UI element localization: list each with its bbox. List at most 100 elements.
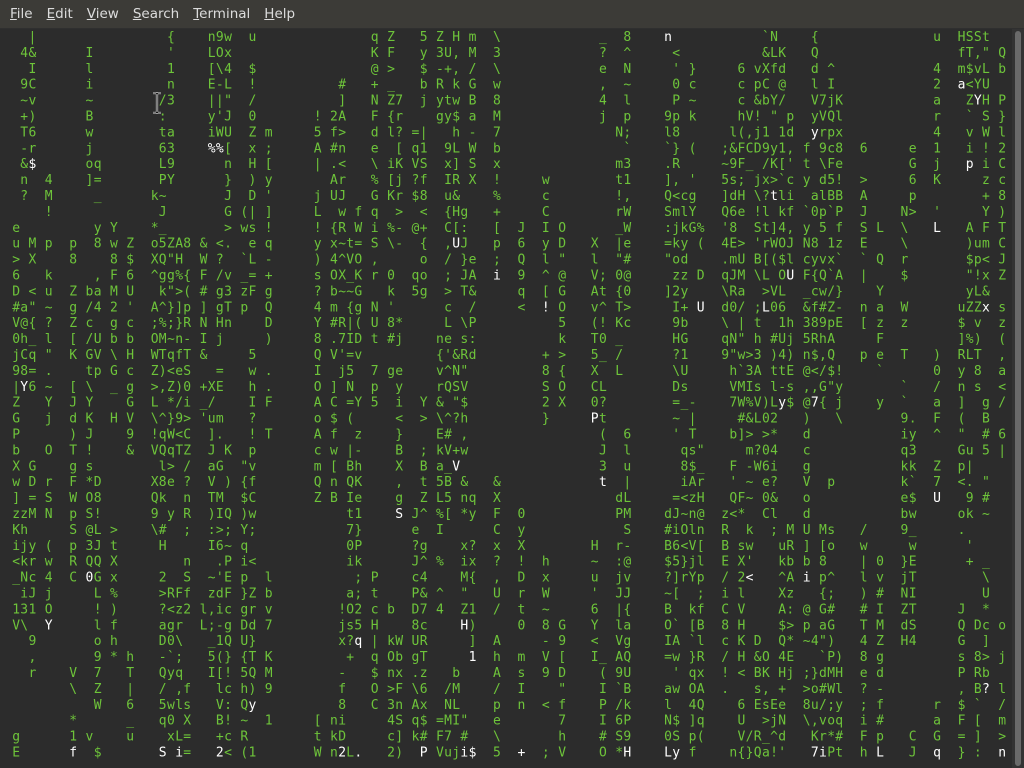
svg-text:v: v — [354, 348, 362, 363]
svg-text:]: ] — [330, 380, 338, 395]
svg-text:T: T — [974, 348, 982, 363]
svg-text:-: - — [623, 539, 631, 554]
svg-text:9: 9 — [721, 348, 729, 363]
svg-text:P: P — [615, 507, 623, 522]
svg-text:{: { — [240, 650, 248, 665]
svg-text:): ) — [208, 507, 216, 522]
menu-view[interactable]: View — [81, 0, 125, 28]
svg-text:_: _ — [599, 650, 607, 665]
svg-text:A: A — [493, 634, 501, 649]
svg-text:N: N — [444, 698, 452, 713]
svg-text:^: ^ — [420, 507, 428, 522]
menu-terminal[interactable]: Terminal — [187, 0, 256, 28]
svg-text:k: k — [159, 284, 167, 299]
svg-text:X: X — [591, 237, 599, 252]
svg-text:l: l — [200, 602, 208, 617]
svg-text:2: 2 — [542, 396, 550, 411]
svg-text:#: # — [599, 730, 607, 745]
svg-text:P: P — [672, 94, 680, 109]
svg-text:q: q — [469, 491, 477, 506]
svg-text:': ' — [786, 157, 794, 172]
svg-text:.: . — [909, 412, 917, 427]
svg-text:): ) — [966, 237, 974, 252]
svg-text:8: 8 — [183, 237, 191, 252]
svg-text:U: U — [681, 364, 689, 379]
svg-text:y: y — [778, 396, 786, 411]
svg-text:1: 1 — [69, 730, 77, 745]
svg-text:$: $ — [786, 396, 794, 411]
svg-text:4: 4 — [778, 221, 786, 236]
svg-text:y: y — [681, 284, 689, 299]
svg-text:G: G — [469, 78, 477, 93]
svg-text:/: / — [778, 94, 786, 109]
svg-text:q: q — [167, 443, 175, 458]
svg-text:q: q — [412, 141, 420, 156]
svg-text:G: G — [958, 443, 966, 458]
svg-text:Y: Y — [240, 523, 248, 538]
svg-text:i: i — [175, 746, 183, 761]
svg-text:j: j — [786, 666, 794, 681]
svg-text:Q: Q — [778, 634, 786, 649]
svg-text:T: T — [249, 650, 257, 665]
svg-text:!: ! — [754, 110, 762, 125]
svg-text:p: p — [697, 571, 705, 586]
menu-help[interactable]: Help — [258, 0, 301, 28]
svg-text:e: e — [167, 475, 175, 490]
svg-text:N: N — [45, 507, 53, 522]
svg-text:,: , — [746, 125, 754, 140]
svg-text:`: ` — [689, 634, 697, 649]
svg-text:d: d — [778, 62, 786, 77]
svg-text:~: ~ — [542, 602, 550, 617]
svg-text:[: [ — [689, 618, 697, 633]
svg-text:b: b — [803, 555, 811, 570]
menu-search[interactable]: Search — [127, 0, 185, 28]
svg-text:W: W — [982, 125, 990, 140]
svg-text:r: r — [901, 253, 909, 268]
svg-text:<: < — [542, 698, 550, 713]
svg-text:5: 5 — [436, 475, 444, 490]
vertical-scrollbar[interactable] — [1012, 29, 1024, 768]
svg-text:G: G — [819, 380, 827, 395]
svg-text:': ' — [126, 300, 134, 315]
svg-text:G: G — [371, 189, 379, 204]
svg-text:2: 2 — [387, 746, 395, 761]
svg-text:d: d — [778, 730, 786, 745]
svg-text:j: j — [827, 94, 835, 109]
terminal-area[interactable]: e u >6 D # V 0 j 9 | Z G Pb Xw] z Ki < _ 1 Vg E 4 9 ~ + T - & n? a @ h C… — [0, 29, 1012, 768]
svg-text:L: L — [452, 141, 460, 156]
svg-text:[: [ — [860, 316, 868, 331]
svg-text:": " — [452, 396, 460, 411]
svg-text:z: z — [721, 507, 729, 522]
svg-text:^: ^ — [444, 364, 452, 379]
svg-text:\: \ — [110, 348, 118, 363]
svg-text:N: N — [200, 316, 208, 331]
scrollbar-thumb[interactable] — [1015, 31, 1021, 766]
svg-text:g: g — [420, 284, 428, 299]
svg-text:\: \ — [901, 237, 909, 252]
svg-text:[: [ — [778, 157, 786, 172]
svg-text:[: [ — [819, 539, 827, 554]
svg-text:i: i — [681, 475, 689, 490]
svg-text:6: 6 — [729, 205, 737, 220]
svg-text:': ' — [265, 189, 273, 204]
svg-text:l: l — [786, 253, 794, 268]
menu-edit[interactable]: Edit — [41, 0, 79, 28]
svg-text:F: F — [933, 412, 941, 427]
svg-text:f: f — [558, 698, 566, 713]
svg-text:S: S — [183, 571, 191, 586]
svg-text:E: E — [224, 571, 232, 586]
menu-file[interactable]: File — [4, 0, 39, 28]
svg-text:W: W — [167, 428, 175, 443]
svg-text:O: O — [762, 650, 770, 665]
svg-text:F: F — [729, 459, 737, 474]
svg-text:h: h — [110, 634, 118, 649]
svg-text:+: + — [681, 300, 689, 315]
svg-text:a: a — [998, 364, 1006, 379]
svg-text:W: W — [151, 348, 159, 363]
svg-text:K: K — [778, 46, 786, 61]
svg-text:W: W — [901, 300, 909, 315]
svg-text:u: u — [45, 284, 53, 299]
svg-text:d: d — [803, 507, 811, 522]
svg-text:!: ! — [982, 141, 990, 156]
svg-text:j: j — [615, 571, 623, 586]
